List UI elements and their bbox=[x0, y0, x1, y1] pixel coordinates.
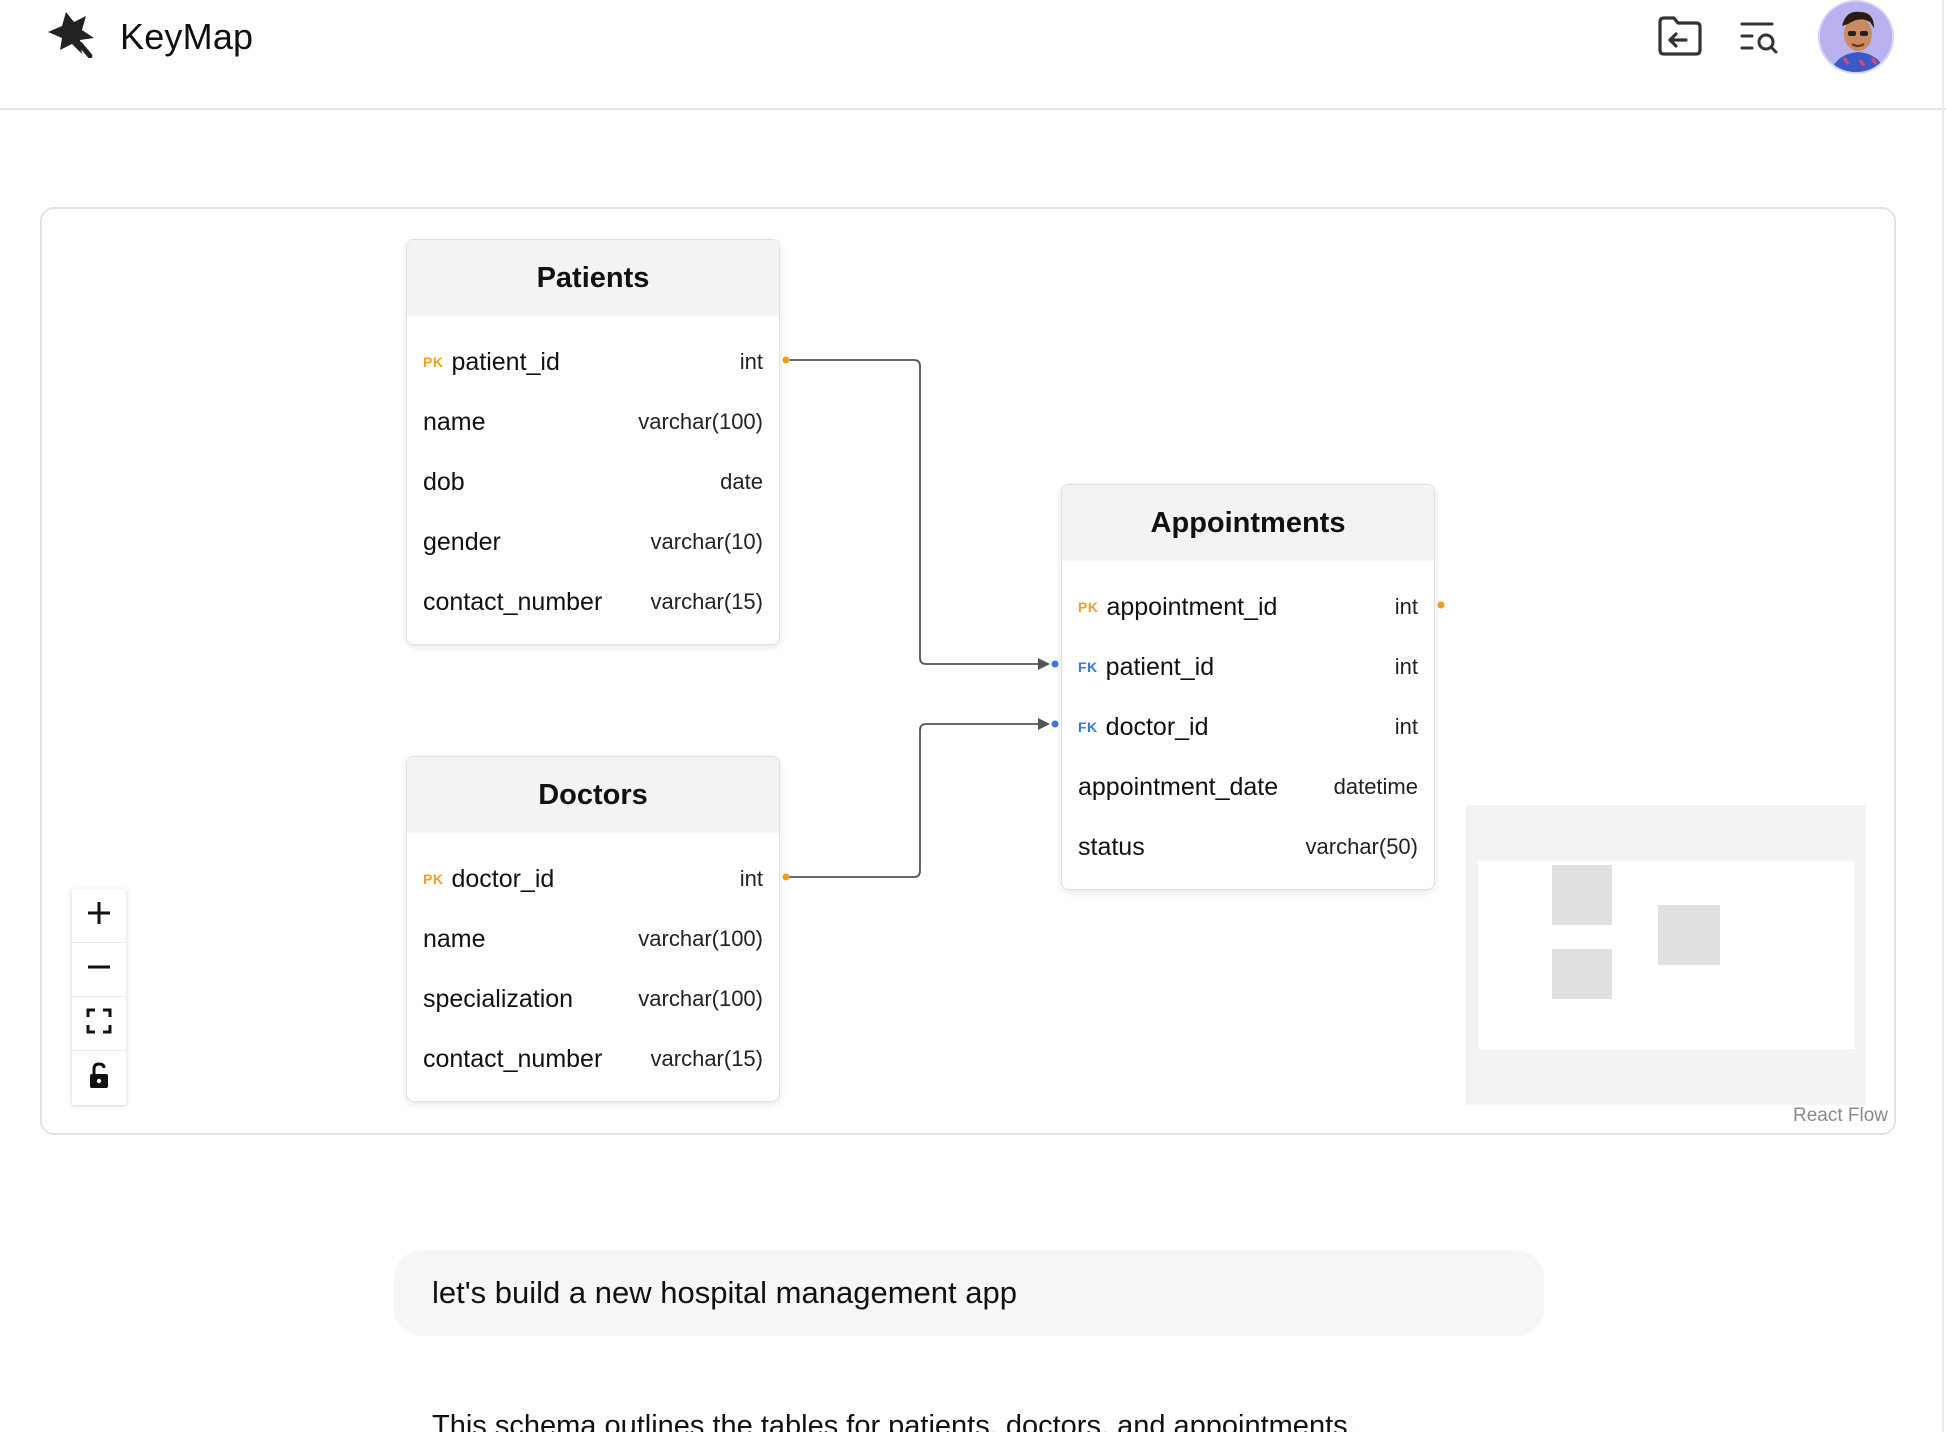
column-name: contact_number bbox=[423, 587, 603, 616]
column-name: name bbox=[423, 407, 486, 436]
table-row: status varchar(50) bbox=[1078, 817, 1418, 877]
column-name: name bbox=[423, 924, 486, 953]
table-row: FK doctor_id int bbox=[1078, 697, 1418, 757]
unlock-icon bbox=[87, 1061, 111, 1095]
column-name: appointment_id bbox=[1106, 592, 1278, 621]
zoom-out-button[interactable] bbox=[72, 943, 126, 997]
handle-patients-patient-id bbox=[782, 356, 790, 364]
foreign-key-badge: FK bbox=[1078, 719, 1098, 735]
column-name: patient_id bbox=[1105, 652, 1215, 681]
handle-appointments-patient-id bbox=[1051, 660, 1059, 668]
minimap-node-doctors bbox=[1552, 949, 1612, 999]
handle-appointments-doctor-id bbox=[1051, 720, 1059, 728]
window-edge bbox=[1942, 0, 1944, 1432]
column-type: varchar(100) bbox=[638, 926, 763, 951]
table-node-appointments[interactable]: Appointments PK appointment_id int FK pati… bbox=[1061, 484, 1435, 890]
zoom-in-button[interactable] bbox=[72, 889, 126, 943]
table-node-patients[interactable]: Patients PK patient_id int name varchar(1… bbox=[406, 239, 780, 645]
column-name: specialization bbox=[423, 984, 574, 1013]
minimap-node-patients bbox=[1552, 865, 1612, 925]
user-avatar[interactable] bbox=[1818, 0, 1894, 74]
column-type: int bbox=[739, 866, 763, 891]
column-type: varchar(100) bbox=[638, 986, 763, 1011]
column-type: int bbox=[1394, 714, 1418, 739]
table-row: dob date bbox=[423, 452, 763, 512]
keymap-logo-icon bbox=[46, 10, 98, 63]
user-message-text: let's build a new hospital management ap… bbox=[432, 1275, 1017, 1310]
minimap-node-appointments bbox=[1658, 905, 1720, 965]
column-name: contact_number bbox=[423, 1044, 603, 1073]
app-name: KeyMap bbox=[120, 15, 254, 57]
lock-button[interactable] bbox=[72, 1051, 126, 1105]
column-type: date bbox=[720, 469, 763, 494]
folder-import-icon bbox=[1656, 14, 1704, 63]
table-row: gender varchar(10) bbox=[423, 512, 763, 572]
column-name: appointment_date bbox=[1078, 772, 1279, 801]
table-row: contact_number varchar(15) bbox=[423, 572, 763, 632]
table-row: name varchar(100) bbox=[423, 392, 763, 452]
edge-doctors-appointments bbox=[786, 718, 1050, 878]
top-bar: KeyMap bbox=[0, 0, 1946, 110]
edge-patients-appointments bbox=[786, 359, 1050, 670]
table-title: Appointments bbox=[1062, 485, 1434, 561]
primary-key-badge: PK bbox=[1078, 599, 1099, 615]
minus-icon bbox=[85, 953, 113, 986]
table-row: appointment_date datetime bbox=[1078, 757, 1418, 817]
foreign-key-badge: FK bbox=[1078, 659, 1098, 675]
table-row: specialization varchar(100) bbox=[423, 969, 763, 1029]
column-type: int bbox=[1394, 594, 1418, 619]
search-list-button[interactable] bbox=[1734, 12, 1786, 64]
table-row: contact_number varchar(15) bbox=[423, 1029, 763, 1089]
table-row: PK appointment_id int bbox=[1078, 577, 1418, 637]
minimap-viewport bbox=[1478, 861, 1854, 1049]
schema-canvas[interactable]: Patients PK patient_id int name varchar(1… bbox=[40, 207, 1896, 1135]
column-name: patient_id bbox=[451, 347, 560, 376]
search-list-icon bbox=[1738, 16, 1782, 61]
plus-icon bbox=[85, 899, 113, 932]
table-row: PK doctor_id int bbox=[423, 849, 763, 909]
column-type: varchar(15) bbox=[650, 589, 763, 614]
column-type: datetime bbox=[1333, 774, 1418, 799]
table-title: Doctors bbox=[407, 757, 779, 833]
fit-view-button[interactable] bbox=[72, 997, 126, 1051]
user-message-bubble: let's build a new hospital management ap… bbox=[394, 1250, 1544, 1336]
canvas-controls bbox=[72, 889, 126, 1105]
primary-key-badge: PK bbox=[423, 871, 444, 887]
folder-import-button[interactable] bbox=[1654, 12, 1706, 64]
column-name: doctor_id bbox=[451, 864, 555, 893]
column-type: int bbox=[739, 349, 763, 374]
primary-key-badge: PK bbox=[423, 354, 444, 370]
column-type: varchar(50) bbox=[1305, 834, 1418, 859]
handle-doctors-doctor-id bbox=[782, 873, 790, 881]
column-name: gender bbox=[423, 527, 501, 556]
brand[interactable]: KeyMap bbox=[46, 10, 253, 63]
table-title: Patients bbox=[407, 240, 779, 316]
assistant-message-text: This schema outlines the tables for pati… bbox=[432, 1410, 1356, 1432]
column-type: varchar(10) bbox=[650, 529, 763, 554]
fit-view-icon bbox=[86, 1008, 112, 1039]
handle-appointments-appointment-id bbox=[1437, 601, 1445, 609]
column-type: varchar(15) bbox=[650, 1046, 763, 1071]
table-node-doctors[interactable]: Doctors PK doctor_id int name varchar(100… bbox=[406, 756, 780, 1102]
column-type: varchar(100) bbox=[638, 409, 763, 434]
column-name: dob bbox=[423, 467, 465, 496]
column-name: status bbox=[1078, 832, 1145, 861]
table-row: PK patient_id int bbox=[423, 332, 763, 392]
table-row: name varchar(100) bbox=[423, 909, 763, 969]
column-type: int bbox=[1394, 654, 1418, 679]
react-flow-attribution[interactable]: React Flow bbox=[1793, 1105, 1888, 1127]
minimap[interactable] bbox=[1466, 805, 1866, 1105]
table-row: FK patient_id int bbox=[1078, 637, 1418, 697]
column-name: doctor_id bbox=[1105, 712, 1209, 741]
